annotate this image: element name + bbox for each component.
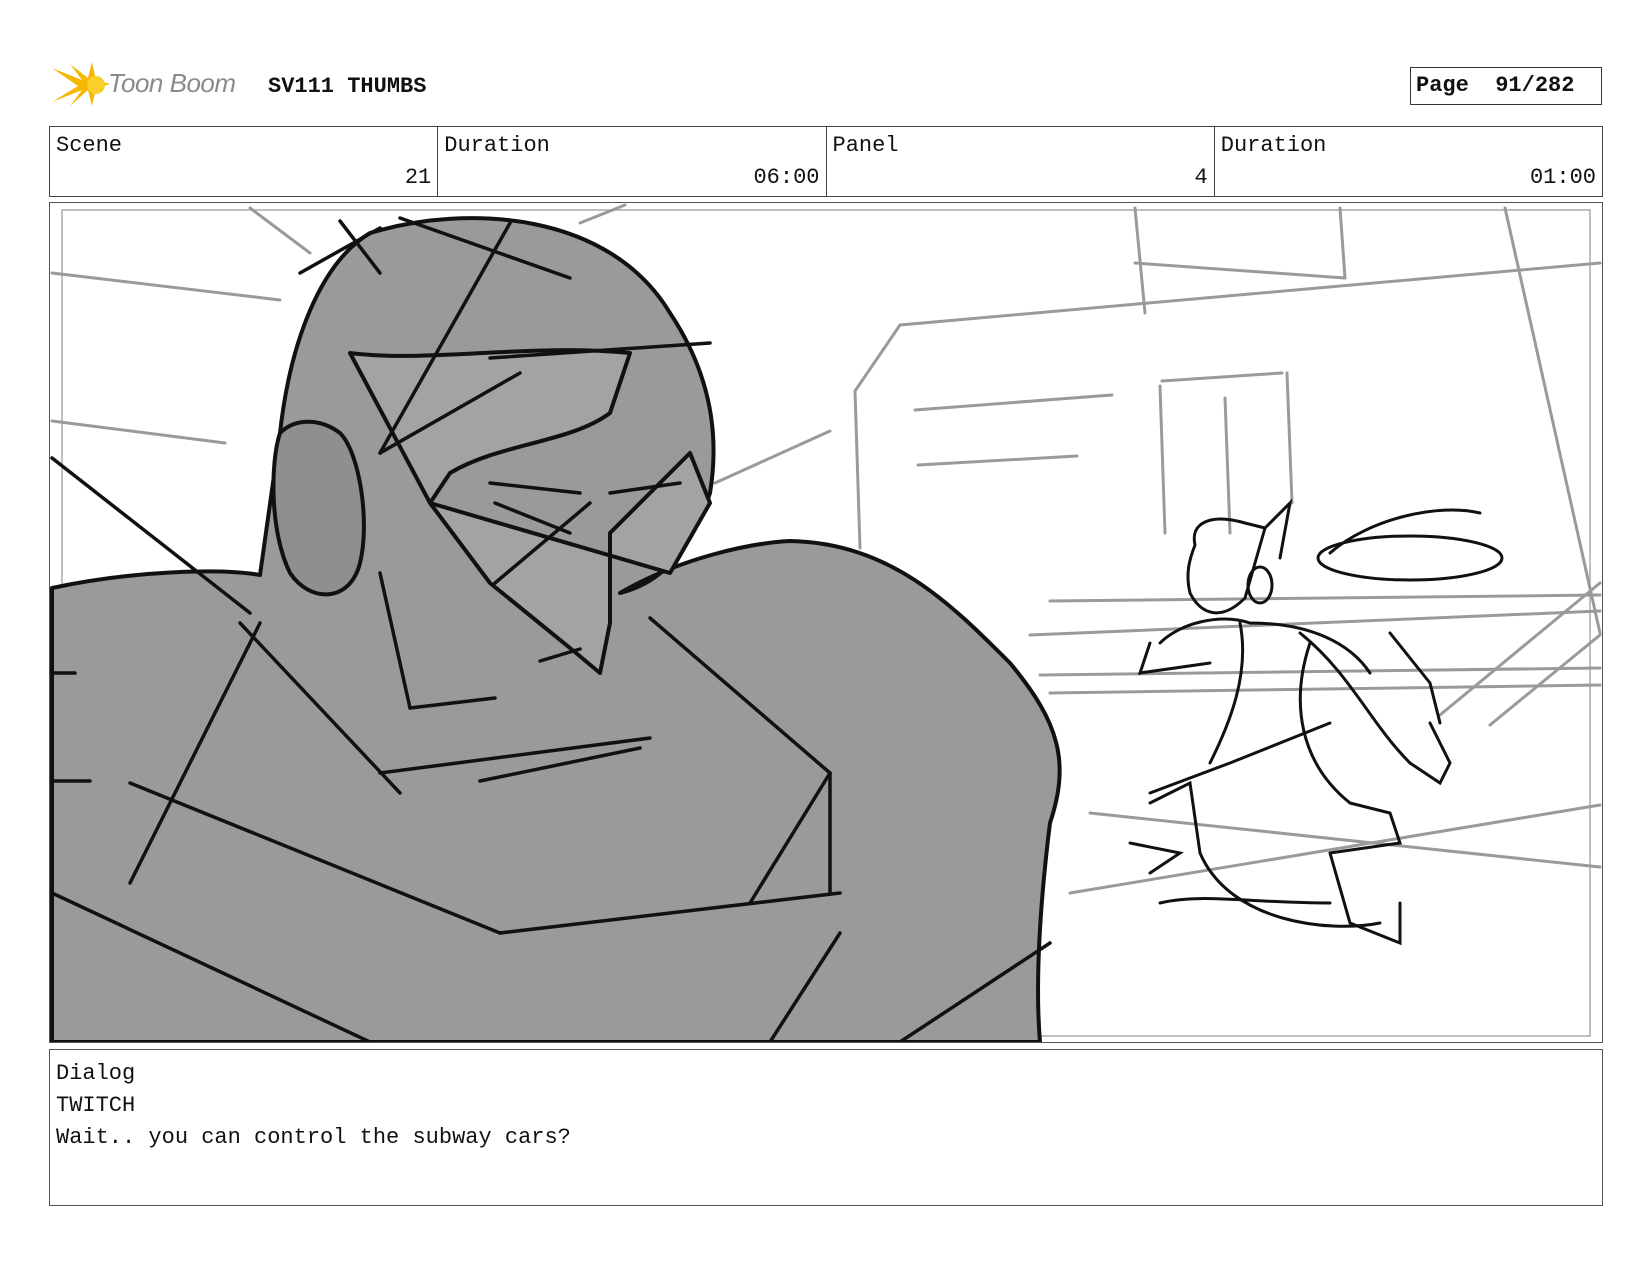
dialog-character: TWITCH (56, 1093, 136, 1118)
scene-duration-value: 06:00 (753, 165, 820, 190)
storyboard-sketch (50, 203, 1602, 1042)
panel-duration-cell: Duration 01:00 (1213, 127, 1602, 196)
scene-value: 21 (404, 165, 432, 190)
panel-duration-label: Duration (1220, 133, 1327, 158)
scene-info-table: Scene 21 Duration 06:00 Panel 4 Duration… (49, 126, 1603, 197)
dialog-line: Wait.. you can control the subway cars? (56, 1125, 571, 1150)
page-number: 91/282 (1495, 73, 1575, 98)
page-indicator: Page 91/282 (1410, 67, 1602, 105)
panel-label: Panel (832, 133, 899, 158)
panel-value: 4 (1194, 165, 1208, 190)
dialog-box: Dialog TWITCH Wait.. you can control the… (49, 1049, 1603, 1206)
page-label: Page (1416, 73, 1469, 98)
starburst-logo-icon (52, 62, 110, 106)
toon-boom-logo: Toon Boom (52, 58, 252, 114)
scene-duration-cell: Duration 06:00 (437, 127, 825, 196)
panel-cell: Panel 4 (825, 127, 1214, 196)
scene-label: Scene (56, 133, 123, 158)
scene-duration-label: Duration (444, 133, 550, 158)
storyboard-panel (49, 202, 1603, 1043)
document-title: SV111 THUMBS (268, 74, 427, 99)
panel-duration-value: 01:00 (1529, 165, 1596, 190)
dialog-label: Dialog (56, 1061, 136, 1086)
logo-wordmark: Toon Boom (108, 68, 236, 98)
scene-cell: Scene 21 (50, 127, 437, 196)
